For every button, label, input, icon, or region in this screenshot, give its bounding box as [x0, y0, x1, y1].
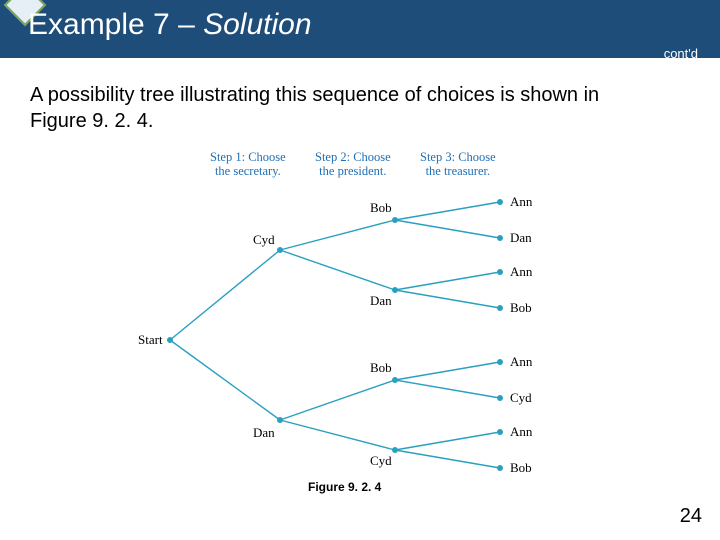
- title-bar: Example 7 – Solution cont'd: [0, 0, 720, 58]
- leaf-ann-3: Ann: [510, 354, 532, 370]
- node-l1-dan: Dan: [253, 425, 275, 441]
- node-l1-cyd: Cyd: [253, 232, 275, 248]
- possibility-tree-diagram: Step 1: Choose the secretary. Step 2: Ch…: [120, 150, 600, 490]
- continued-label: cont'd: [664, 46, 698, 61]
- leaf-ann-1: Ann: [510, 194, 532, 210]
- leaf-dan-1: Dan: [510, 230, 532, 246]
- figure-caption: Figure 9. 2. 4: [308, 480, 381, 494]
- slide-title: Example 7 – Solution: [28, 8, 312, 42]
- leaf-ann-4: Ann: [510, 424, 532, 440]
- node-l2-cyd-1: Cyd: [370, 453, 392, 469]
- leaf-cyd-1: Cyd: [510, 390, 532, 406]
- title-prefix: Example 7 –: [28, 8, 203, 41]
- leaf-ann-2: Ann: [510, 264, 532, 280]
- node-start: Start: [138, 332, 163, 348]
- body-paragraph: A possibility tree illustrating this seq…: [30, 82, 630, 134]
- leaf-bob-2: Bob: [510, 460, 532, 476]
- slide: Example 7 – Solution cont'd A possibilit…: [0, 0, 720, 540]
- title-emphasis: Solution: [203, 8, 311, 41]
- node-l2-bob-1: Bob: [370, 200, 392, 216]
- leaf-bob-1: Bob: [510, 300, 532, 316]
- page-number: 24: [680, 505, 702, 528]
- node-l2-bob-2: Bob: [370, 360, 392, 376]
- node-l2-dan-1: Dan: [370, 293, 392, 309]
